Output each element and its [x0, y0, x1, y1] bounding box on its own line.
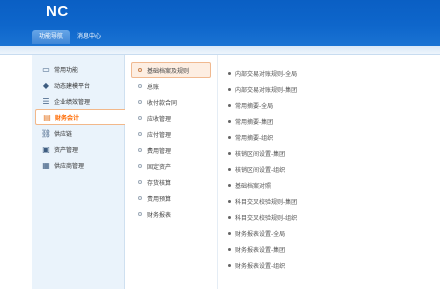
function-link-label: 核销区间设置-集团: [235, 150, 286, 158]
function-link[interactable]: 内部交易对账规则-全局: [228, 65, 440, 81]
sidebar-item-common-functions[interactable]: ▭ 常用功能: [32, 61, 124, 77]
submenu-item-label: 费用管理: [147, 147, 172, 155]
bullet-icon: [228, 263, 231, 267]
function-link[interactable]: 科目交叉校验规则-组织: [228, 209, 440, 225]
submenu-item-label: 基础档案及规则: [147, 67, 190, 75]
bullet-icon: [228, 119, 231, 123]
sidebar-item-dynamic-modeling[interactable]: ◆ 动态建模平台: [32, 77, 124, 93]
bullet-icon: [228, 215, 231, 219]
bullet-icon: [138, 164, 142, 168]
sidebar-item-label: 供应链: [54, 130, 73, 138]
function-link-label: 常用摘要-组织: [235, 134, 274, 142]
bullet-icon: [228, 103, 231, 107]
sidebar-item-label: 资产管理: [54, 146, 79, 154]
list-icon: ☰: [42, 96, 50, 106]
function-link[interactable]: 财务报表设置-组织: [228, 257, 440, 273]
bullet-icon: [138, 132, 142, 136]
bullet-icon: [228, 247, 231, 251]
bullet-icon: [138, 100, 142, 104]
function-link[interactable]: 财务报表设置-全局: [228, 225, 440, 241]
submenu-item-label: 责用预算: [147, 195, 172, 203]
bullet-icon: [138, 84, 142, 88]
function-link-label: 财务报表设置-组织: [235, 262, 286, 270]
sidebar-item-financial-accounting[interactable]: ▤ 财务会计: [35, 109, 126, 125]
bullet-icon: [138, 212, 142, 216]
function-link[interactable]: 常用摘要-组织: [228, 129, 440, 145]
submenu-item-label: 存货核算: [147, 179, 172, 187]
submenu-item-label: 财务报表: [147, 211, 172, 219]
bullet-icon: [138, 196, 142, 200]
submenu-item-label: 收付款合同: [147, 99, 178, 107]
submenu-item-expense-management[interactable]: 费用管理: [125, 142, 217, 158]
submenu-item-financial-statements[interactable]: 财务报表: [125, 206, 217, 222]
header-divider-strip: [0, 46, 440, 55]
monitor-icon: ▭: [42, 64, 50, 74]
nc-logo: NC: [46, 3, 69, 20]
submenu-item-label: 总账: [147, 83, 160, 91]
sidebar-item-label: 企业绩效管理: [54, 98, 91, 106]
sidebar-item-supply-chain[interactable]: ⛓ 供应链: [32, 125, 124, 141]
top-header: NC 功能导航 消息中心: [0, 0, 440, 46]
bullet-icon: [228, 135, 231, 139]
submenu-item-payment-contracts[interactable]: 收付款合同: [125, 94, 217, 110]
book-icon: ▤: [43, 112, 51, 122]
bullet-icon: [138, 148, 142, 152]
function-link-label: 内部交易对账规则-集团: [235, 86, 298, 94]
function-link-label: 常用摘要-集团: [235, 118, 274, 126]
bullet-icon: [138, 68, 142, 72]
bullet-icon: [228, 167, 231, 171]
bullet-icon: [138, 180, 142, 184]
submenu-item-label: 固定资产: [147, 163, 172, 171]
bullet-icon: [228, 199, 231, 203]
sidebar-item-label: 财务会计: [55, 114, 80, 122]
function-link[interactable]: 常用摘要-集团: [228, 113, 440, 129]
submenu-item-inventory-accounting[interactable]: 存货核算: [125, 174, 217, 190]
function-link[interactable]: 内部交易对账规则-集团: [228, 81, 440, 97]
submenu-item-basic-archives[interactable]: 基础档案及规则: [131, 62, 211, 78]
supplier-icon: ▦: [42, 160, 50, 170]
function-link-label: 常用摘要-全局: [235, 102, 274, 110]
sidebar-item-asset-management[interactable]: ▣ 资产管理: [32, 141, 124, 157]
function-links-panel: 内部交易对账规则-全局 内部交易对账规则-集团 常用摘要-全局 常用摘要-集团 …: [218, 55, 440, 289]
function-link-label: 财务报表设置-集团: [235, 246, 286, 254]
bullet-icon: [138, 116, 142, 120]
function-link-label: 核销区间设置-组织: [235, 166, 286, 174]
function-link[interactable]: 常用摘要-全局: [228, 97, 440, 113]
bullet-icon: [228, 183, 231, 187]
submenu-panel: 基础档案及规则 总账 收付款合同 应收管理 应付管理 费用管理 固定资产 存货核…: [125, 55, 218, 289]
submenu-item-payables[interactable]: 应付管理: [125, 126, 217, 142]
function-link-label: 基础档案对照: [235, 182, 272, 190]
function-link[interactable]: 核销区间设置-组织: [228, 161, 440, 177]
bullet-icon: [228, 231, 231, 235]
bullet-icon: [228, 151, 231, 155]
function-link[interactable]: 核销区间设置-集团: [228, 145, 440, 161]
sidebar-item-performance-management[interactable]: ☰ 企业绩效管理: [32, 93, 124, 109]
sidebar-item-label: 供应商管理: [54, 162, 85, 170]
bullet-icon: [228, 71, 231, 75]
submenu-item-expense-budget[interactable]: 责用预算: [125, 190, 217, 206]
submenu-item-receivables[interactable]: 应收管理: [125, 110, 217, 126]
submenu-item-general-ledger[interactable]: 总账: [125, 78, 217, 94]
tab-function-nav[interactable]: 功能导航: [32, 30, 71, 44]
submenu-item-fixed-assets[interactable]: 固定资产: [125, 158, 217, 174]
sidebar-item-label: 动态建模平台: [54, 82, 91, 90]
submenu-item-label: 应收管理: [147, 115, 172, 123]
function-link-label: 内部交易对账规则-全局: [235, 70, 298, 78]
sidebar-item-label: 常用功能: [54, 66, 79, 74]
tab-message-center[interactable]: 消息中心: [70, 30, 108, 44]
function-link[interactable]: 财务报表设置-集团: [228, 241, 440, 257]
link-icon: ⛓: [40, 128, 52, 138]
function-link[interactable]: 科目交叉校验规则-集团: [228, 193, 440, 209]
submenu-item-label: 应付管理: [147, 131, 172, 139]
function-link-label: 科目交叉校验规则-组织: [235, 214, 298, 222]
function-link-label: 财务报表设置-全局: [235, 230, 286, 238]
function-link-label: 科目交叉校验规则-集团: [235, 198, 298, 206]
asset-icon: ▣: [42, 144, 50, 154]
function-link[interactable]: 基础档案对照: [228, 177, 440, 193]
header-tabs: 功能导航 消息中心: [32, 28, 108, 44]
bullet-icon: [228, 87, 231, 91]
module-sidebar: ▭ 常用功能 ◆ 动态建模平台 ☰ 企业绩效管理 ▤ 财务会计 ⛓ 供应链 ▣ …: [32, 55, 126, 289]
cube-icon: ◆: [42, 80, 50, 90]
sidebar-item-supplier-management[interactable]: ▦ 供应商管理: [32, 157, 124, 173]
